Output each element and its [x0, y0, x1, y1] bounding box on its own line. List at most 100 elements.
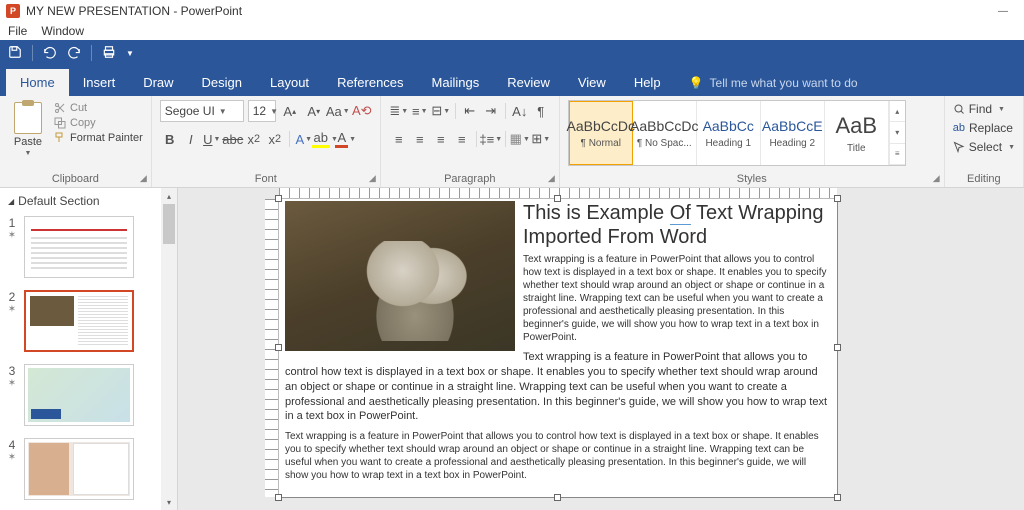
title-bar: P MY NEW PRESENTATION - PowerPoint — — [0, 0, 1024, 22]
app-icon: P — [6, 4, 20, 18]
clipboard-launcher-icon[interactable]: ◢ — [140, 173, 147, 184]
embedded-word-object[interactable]: This is Example Of Text Wrapping Importe… — [278, 198, 838, 498]
lemur-image — [285, 201, 515, 351]
font-size-combo[interactable]: 12▼ — [248, 100, 276, 122]
bold-icon[interactable]: B — [160, 128, 180, 150]
section-header[interactable]: ◢Default Section — [0, 188, 177, 214]
qat-more-icon[interactable]: ▼ — [126, 49, 134, 58]
style-no-spacing[interactable]: AaBbCcDc¶ No Spac... — [633, 101, 697, 165]
tab-draw[interactable]: Draw — [129, 69, 187, 96]
tab-references[interactable]: References — [323, 69, 417, 96]
thumbnail-2[interactable]: 2✶ — [0, 288, 177, 362]
slide-thumbnails-panel: ◢Default Section 1✶ 2✶ 3✶ 4✶ ▴▾ — [0, 188, 178, 510]
justify-icon[interactable]: ≡ — [452, 128, 472, 150]
tell-me-search[interactable]: 💡 Tell me what you want to do — [675, 70, 872, 96]
print-icon[interactable] — [102, 45, 116, 62]
increase-indent-icon[interactable]: ⇥ — [481, 100, 501, 122]
change-case-icon[interactable]: Aa▼ — [328, 100, 348, 122]
borders-icon[interactable]: ⊞▼ — [531, 128, 551, 150]
style-title[interactable]: AaBTitle — [825, 101, 889, 165]
styles-gallery[interactable]: AaBbCcDc¶ Normal AaBbCcDc¶ No Spac... Aa… — [568, 100, 906, 166]
cut-button[interactable]: Cut — [54, 102, 143, 114]
tell-me-label: Tell me what you want to do — [710, 76, 858, 90]
show-marks-icon[interactable]: ¶ — [531, 100, 551, 122]
shrink-font-icon[interactable]: A▾ — [304, 100, 324, 122]
style-heading-1[interactable]: AaBbCcHeading 1 — [697, 101, 761, 165]
font-color-icon[interactable]: A▼ — [336, 128, 356, 150]
undo-icon[interactable] — [43, 45, 57, 62]
thumbnail-4[interactable]: 4✶ — [0, 436, 177, 510]
thumbnail-3[interactable]: 3✶ — [0, 362, 177, 436]
styles-group-label: Styles — [737, 173, 767, 185]
styles-launcher-icon[interactable]: ◢ — [933, 173, 940, 184]
style-heading-2[interactable]: AaBbCcEHeading 2 — [761, 101, 825, 165]
paragraph-group-label: Paragraph — [444, 173, 495, 185]
select-button[interactable]: Select▼ — [953, 140, 1015, 154]
editing-group-label: Editing — [967, 173, 1001, 185]
clipboard-group-label: Clipboard — [52, 173, 99, 185]
shading-icon[interactable]: ▦▼ — [510, 128, 530, 150]
doc-paragraph-3: Text wrapping is a feature in PowerPoint… — [285, 430, 831, 482]
save-icon[interactable] — [8, 45, 22, 62]
window-title: MY NEW PRESENTATION - PowerPoint — [26, 4, 242, 18]
bullets-icon[interactable]: ≣▼ — [389, 100, 409, 122]
menu-file[interactable]: File — [8, 24, 27, 38]
paste-button[interactable]: Paste ▼ — [8, 100, 48, 159]
align-right-icon[interactable]: ≡ — [431, 128, 451, 150]
menu-bar: File Window — [0, 22, 1024, 40]
grow-font-icon[interactable]: A▴ — [280, 100, 300, 122]
ribbon-tabs: Home Insert Draw Design Layout Reference… — [0, 66, 1024, 96]
ribbon: Paste ▼ Cut Copy Format Painter Clipboar… — [0, 96, 1024, 188]
style-normal[interactable]: AaBbCcDc¶ Normal — [569, 101, 633, 165]
workspace: ◢Default Section 1✶ 2✶ 3✶ 4✶ ▴▾ — [0, 188, 1024, 510]
numbering-icon[interactable]: ≡▼ — [410, 100, 430, 122]
clear-formatting-icon[interactable]: A⟲ — [352, 100, 372, 122]
doc-paragraph-2: Text wrapping is a feature in PowerPoint… — [285, 350, 831, 424]
menu-window[interactable]: Window — [41, 24, 84, 38]
tab-view[interactable]: View — [564, 69, 620, 96]
panel-scrollbar[interactable]: ▴▾ — [161, 188, 177, 510]
underline-icon[interactable]: U▼ — [202, 128, 222, 150]
tab-mailings[interactable]: Mailings — [418, 69, 494, 96]
font-group-label: Font — [255, 173, 277, 185]
gallery-scroll[interactable]: ▴▾≡ — [889, 101, 905, 165]
find-button[interactable]: Find▼ — [953, 102, 1015, 116]
tab-home[interactable]: Home — [6, 69, 69, 96]
sort-icon[interactable]: A↓ — [510, 100, 530, 122]
strikethrough-icon[interactable]: abc — [223, 128, 243, 150]
line-spacing-icon[interactable]: ‡≡▼ — [481, 128, 501, 150]
superscript-icon[interactable]: x2 — [265, 128, 285, 150]
slide-canvas[interactable]: This is Example Of Text Wrapping Importe… — [178, 188, 1024, 510]
align-left-icon[interactable]: ≡ — [389, 128, 409, 150]
quick-access-toolbar: ▼ — [0, 40, 1024, 66]
group-styles: AaBbCcDc¶ Normal AaBbCcDc¶ No Spac... Aa… — [560, 96, 945, 187]
multilevel-list-icon[interactable]: ⊟▼ — [431, 100, 451, 122]
tab-design[interactable]: Design — [188, 69, 256, 96]
align-center-icon[interactable]: ≡ — [410, 128, 430, 150]
group-font: Segoe UI▼ 12▼ A▴ A▾ Aa▼ A⟲ B I U▼ abc x2… — [152, 96, 381, 187]
minimize-button[interactable]: — — [988, 6, 1018, 17]
highlight-icon[interactable]: ab▼ — [315, 128, 335, 150]
tab-layout[interactable]: Layout — [256, 69, 323, 96]
tab-insert[interactable]: Insert — [69, 69, 130, 96]
group-clipboard: Paste ▼ Cut Copy Format Painter Clipboar… — [0, 96, 152, 187]
tab-help[interactable]: Help — [620, 69, 675, 96]
subscript-icon[interactable]: x2 — [244, 128, 264, 150]
lightbulb-icon: 💡 — [689, 76, 704, 90]
format-painter-button[interactable]: Format Painter — [54, 132, 143, 144]
decrease-indent-icon[interactable]: ⇤ — [460, 100, 480, 122]
document-content: This is Example Of Text Wrapping Importe… — [279, 199, 837, 490]
group-paragraph: ≣▼ ≡▼ ⊟▼ ⇤ ⇥ A↓ ¶ ≡ ≡ ≡ ≡ ‡≡▼ ▦▼ ⊞▼ — [381, 96, 560, 187]
italic-icon[interactable]: I — [181, 128, 201, 150]
redo-icon[interactable] — [67, 45, 81, 62]
thumbnail-1[interactable]: 1✶ — [0, 214, 177, 288]
font-launcher-icon[interactable]: ◢ — [369, 173, 376, 184]
copy-button[interactable]: Copy — [54, 117, 143, 129]
tab-review[interactable]: Review — [493, 69, 564, 96]
font-name-combo[interactable]: Segoe UI▼ — [160, 100, 244, 122]
paragraph-launcher-icon[interactable]: ◢ — [548, 173, 555, 184]
replace-button[interactable]: abReplace — [953, 121, 1015, 135]
clipboard-icon — [14, 102, 42, 134]
paste-label: Paste — [14, 136, 42, 148]
group-editing: Find▼ abReplace Select▼ Editing — [945, 96, 1024, 187]
